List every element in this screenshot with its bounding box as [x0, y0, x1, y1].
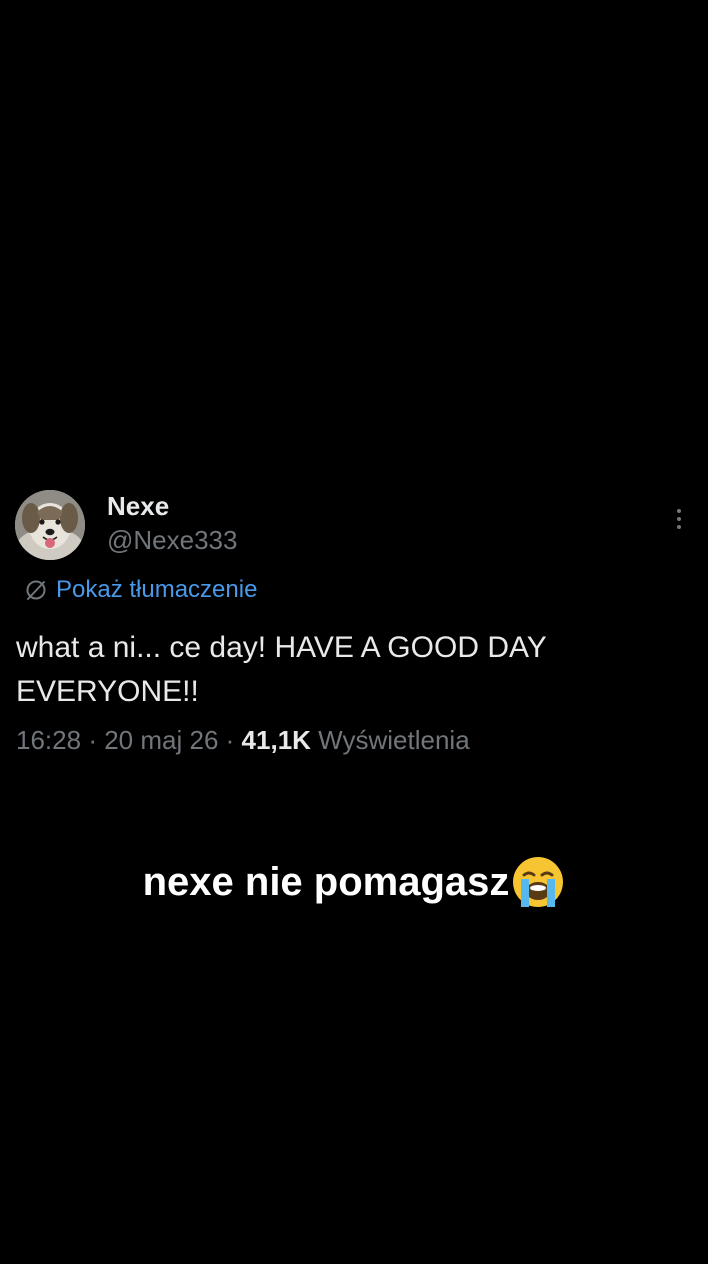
tweet-meta: 16:28 · 20 maj 26 · 41,1K Wyświetlenia [16, 724, 470, 756]
user-handle[interactable]: @Nexe333 [107, 525, 237, 555]
display-name[interactable]: Nexe [107, 491, 169, 521]
tweet-text: what a ni... ce day! HAVE A GOOD DAY EVE… [16, 631, 547, 708]
more-vertical-icon [677, 509, 681, 513]
more-dot [677, 525, 681, 529]
tweet-date[interactable]: 20 maj 26 [104, 725, 218, 755]
meta-separator: · [88, 725, 97, 755]
show-translation-label: Pokaż tłumaczenie [56, 576, 258, 603]
tweet-time[interactable]: 16:28 [16, 725, 81, 755]
avatar[interactable] [15, 490, 85, 560]
views-count[interactable]: 41,1K [242, 725, 311, 755]
loudly-crying-face-icon [513, 857, 564, 907]
globe-slash-icon [26, 580, 46, 600]
caption-text: nexe nie pomagasz [142, 860, 510, 904]
more-dot [677, 517, 681, 521]
meta-separator: · [225, 725, 235, 755]
dog-avatar-icon [15, 490, 85, 560]
video-caption: nexe nie pomagasz [0, 850, 708, 914]
more-options-button[interactable] [668, 504, 690, 534]
views-label[interactable]: Wyświetlenia [318, 725, 469, 755]
show-translation-link[interactable]: Pokaż tłumaczenie [24, 575, 257, 605]
